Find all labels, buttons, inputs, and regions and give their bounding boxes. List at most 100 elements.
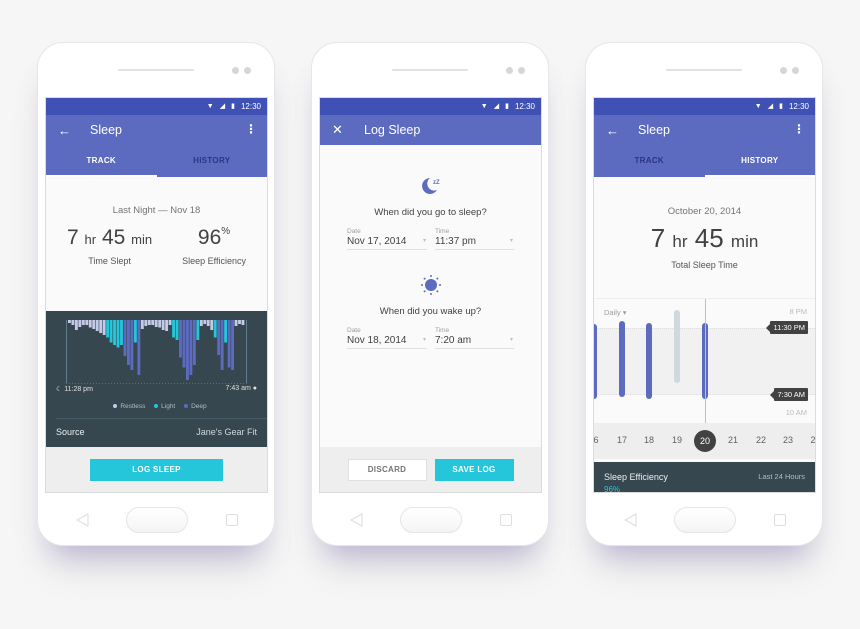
nav-back-icon[interactable]	[624, 513, 638, 527]
history-summary: October 20, 2014 7 hr 45 min Total Sleep…	[594, 177, 815, 298]
day-20-selected[interactable]: 20	[694, 430, 716, 452]
wifi-icon: ▼	[206, 103, 214, 110]
sleep-bar-day-19[interactable]	[674, 310, 680, 383]
nav-recents-icon[interactable]	[226, 514, 238, 526]
sleep-bar-deep	[182, 320, 186, 368]
tab-bar: TRACK HISTORY	[594, 145, 815, 177]
legend-deep-dot	[184, 404, 189, 409]
log-sleep-button[interactable]: LOG SLEEP	[90, 458, 223, 481]
sleep-date-field[interactable]: Date Nov 17, 2014 ▾	[347, 228, 427, 250]
day-24[interactable]: 2	[802, 435, 815, 445]
sleep-bar-deep	[186, 320, 189, 380]
svg-text:zZ: zZ	[433, 180, 440, 186]
day-18[interactable]: 18	[638, 435, 660, 445]
sleep-bar-restless	[71, 320, 75, 325]
legend-deep: Deep	[191, 403, 207, 410]
discard-button[interactable]: DISCARD	[347, 458, 427, 481]
day-19[interactable]: 19	[666, 435, 688, 445]
legend-light: Light	[161, 403, 176, 410]
chart-legend: Restless Light Deep	[46, 403, 267, 410]
sensor-dot	[518, 67, 525, 74]
phone-log-sleep: ▼ ◢ ▮ 12:30 ✕ Log Sleep zZ When did you …	[311, 42, 549, 546]
day-16[interactable]: 6	[594, 435, 607, 445]
action-bar: DISCARD SAVE LOG	[320, 447, 541, 492]
sleep-time-field[interactable]: Time 11:37 pm ▾	[435, 228, 514, 250]
nav-home-button[interactable]	[674, 507, 736, 533]
app-title: Log Sleep	[364, 123, 421, 137]
sleep-bar-light	[213, 320, 217, 338]
total-sleep-label: Total Sleep Time	[671, 260, 738, 270]
tab-track[interactable]: TRACK	[594, 145, 705, 177]
sleep-bar-light	[109, 320, 113, 343]
status-bar: ▼ ◢ ▮ 12:30	[320, 98, 541, 115]
sleep-bar-light	[106, 320, 110, 338]
wake-date-field[interactable]: Date Nov 18, 2014 ▾	[347, 327, 427, 349]
day-21[interactable]: 21	[722, 435, 744, 445]
hours-value: 7	[67, 226, 79, 249]
speaker-grille	[118, 69, 194, 71]
sleep-bar-light	[120, 320, 123, 345]
save-log-button[interactable]: SAVE LOG	[434, 458, 514, 481]
dropdown-caret-icon: ▾	[622, 308, 627, 317]
tab-track[interactable]: TRACK	[46, 145, 157, 177]
sleep-bar-restless	[68, 320, 71, 323]
day-22[interactable]: 22	[750, 435, 772, 445]
sleep-bar-deep	[137, 320, 141, 375]
tab-history[interactable]: HISTORY	[705, 145, 816, 177]
sleep-bar-restless	[74, 320, 78, 330]
efficiency-label: Sleep Efficiency	[182, 256, 246, 266]
sleep-bar-restless	[158, 320, 162, 328]
nav-recents-icon[interactable]	[500, 514, 512, 526]
speaker-grille	[666, 69, 742, 71]
range-selector[interactable]: Daily ▾	[604, 308, 627, 317]
sleep-bar-restless	[206, 320, 210, 326]
more-vert-icon[interactable]: ⋮	[793, 123, 805, 135]
dropdown-caret-icon: ▾	[422, 337, 426, 343]
status-time: 12:30	[514, 102, 535, 111]
history-date: October 20, 2014	[667, 206, 742, 217]
status-bar: ▼ ◢ ▮ 12:30	[46, 98, 267, 115]
efficiency-unit: %	[221, 226, 231, 237]
total-sleep-value: 7 hr 45 min	[650, 223, 759, 253]
tab-history[interactable]: HISTORY	[157, 145, 268, 177]
sleep-bar-day-16[interactable]	[594, 324, 597, 399]
sleep-chart-panel: ☾ 11:28 pm 7:43 am ● Restless Light Deep…	[46, 311, 267, 448]
more-vert-icon[interactable]: ⋮	[245, 123, 257, 135]
sleep-bar-restless	[102, 320, 106, 335]
sleep-timeline[interactable]: Daily ▾ 8 PM 10 AM 11:30 PM 7:30 AM	[594, 298, 815, 423]
time-slept-label: Time Slept	[88, 256, 131, 266]
sleep-section: zZ When did you go to sleep? Date Nov 17…	[320, 175, 541, 250]
sun-icon: ●	[252, 385, 257, 392]
sleep-bar-light	[172, 320, 175, 338]
chart-start-time: ☾ 11:28 pm	[56, 386, 93, 393]
tab-indicator	[704, 175, 815, 177]
hours-unit: hr	[84, 232, 97, 247]
android-nav-bar	[312, 505, 548, 535]
status-bar: ▼ ◢ ▮ 12:30	[594, 98, 815, 115]
wake-time-field[interactable]: Time 7:20 am ▾	[435, 327, 514, 349]
sleep-bar-deep	[127, 320, 130, 365]
sleep-bar-deep	[130, 320, 134, 370]
summary-heading: Last Night — Nov 18	[112, 205, 201, 216]
log-form: zZ When did you go to sleep? Date Nov 17…	[320, 145, 541, 349]
sleep-bar-restless	[203, 320, 207, 324]
nav-home-button[interactable]	[400, 507, 462, 533]
close-icon[interactable]: ✕	[332, 122, 358, 138]
sleep-bar-light	[196, 320, 200, 340]
sleep-bar-day-17[interactable]	[619, 321, 625, 397]
sleep-bar-restless	[144, 320, 148, 326]
day-17[interactable]: 17	[611, 435, 633, 445]
arrow-back-icon[interactable]: ←	[606, 123, 632, 138]
battery-icon: ▮	[231, 103, 235, 110]
sleep-bar-restless	[95, 320, 99, 331]
nav-recents-icon[interactable]	[774, 514, 786, 526]
day-23[interactable]: 23	[777, 435, 799, 445]
nav-back-icon[interactable]	[350, 513, 364, 527]
sleep-bar-restless	[210, 320, 214, 330]
nav-back-icon[interactable]	[76, 513, 90, 527]
efficiency-panel: Sleep Efficiency Last 24 Hours 96%	[594, 462, 815, 492]
action-bar: LOG SLEEP	[46, 447, 267, 492]
sleep-bar-day-18[interactable]	[646, 323, 652, 399]
nav-home-button[interactable]	[126, 507, 188, 533]
arrow-back-icon[interactable]: ←	[58, 123, 84, 138]
